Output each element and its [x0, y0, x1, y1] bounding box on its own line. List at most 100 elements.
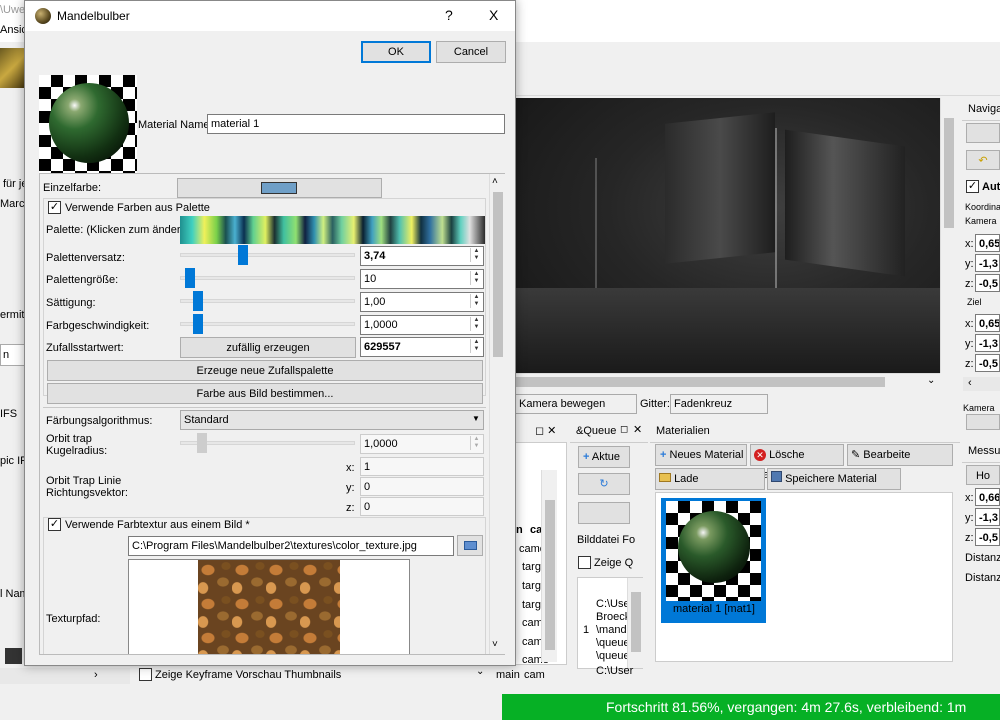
camera-small-button[interactable] [966, 414, 1000, 430]
load-materials-button[interactable]: Lade Materialien... [655, 468, 765, 505]
saturation-label: Sättigung: [46, 297, 96, 309]
measure-button[interactable]: Ho [966, 465, 1000, 485]
vec-y-input[interactable]: 0 [360, 477, 484, 496]
queue-edit-button[interactable] [578, 502, 630, 524]
queue-show-checkbox[interactable] [578, 556, 591, 569]
show-keyframe-thumbnails-checkbox[interactable] [139, 668, 152, 681]
queue-float-icon[interactable]: ◻ [620, 424, 628, 435]
ok-button[interactable]: OK [361, 41, 431, 63]
color-from-image-button[interactable]: Farbe aus Bild bestimmen... [47, 383, 483, 404]
browse-folder-button[interactable] [457, 535, 483, 556]
kf-row-2[interactable]: targ [522, 561, 541, 573]
generate-random-palette-button[interactable]: Erzeuge neue Zufallspalette [47, 360, 483, 381]
chevron-down-icon[interactable]: ⌄ [476, 666, 484, 677]
viewport-hscroll[interactable]: ⌄ [515, 373, 940, 389]
saturation-input[interactable]: 1,00 [360, 292, 484, 312]
orbit-trap-input[interactable]: 1,0000 [360, 434, 484, 454]
save-material-button[interactable]: Speichere Material als... [767, 468, 901, 505]
single-color-button[interactable] [177, 178, 382, 198]
left-bottom-scroll[interactable] [110, 668, 130, 684]
camera-mode-select[interactable]: Kamera bewegen [515, 394, 637, 414]
color-speed-spin[interactable]: ▲ ▼ [470, 317, 482, 331]
coord-label: Koordina [965, 202, 1000, 212]
chevron-down-icon[interactable]: ▼ [472, 414, 480, 423]
parameter-vscroll[interactable]: ˄ ˅ [489, 174, 505, 654]
meas-x-field[interactable]: 0,66 [975, 488, 1000, 506]
use-palette-checkbox[interactable]: ✓ [48, 201, 61, 214]
navigation-button-1[interactable] [966, 123, 1000, 143]
close-icon[interactable]: X [489, 7, 498, 23]
cam-x-field[interactable]: 0,65 [975, 234, 1000, 252]
cam-z-field[interactable]: -0,5 [975, 274, 1000, 292]
vec-z-input[interactable]: 0 [360, 497, 484, 516]
meas-z-field[interactable]: -0,5 [975, 528, 1000, 546]
vec-x-input[interactable]: 1 [360, 457, 484, 476]
auto-checkbox[interactable]: ✓ [966, 180, 979, 193]
queue-list-4: \queue [596, 637, 630, 649]
queue-list-5: \queue [596, 650, 630, 662]
chevron-down-icon[interactable]: ⌄ [927, 375, 935, 386]
meas-x-label: x: [965, 492, 974, 504]
color-speed-track[interactable] [180, 322, 355, 326]
queue-vscroll[interactable] [627, 578, 643, 668]
cancel-button[interactable]: Cancel [436, 41, 506, 63]
keyframes-vscroll[interactable] [541, 470, 557, 662]
palette-offset-slider[interactable] [237, 245, 248, 265]
orbit-trap-label: Orbit trap [46, 433, 92, 445]
queue-refresh-button[interactable]: ↻ [578, 473, 630, 495]
material-item-selected[interactable]: material 1 [mat1] [661, 498, 766, 623]
camera-label: Kamera [965, 216, 997, 226]
random-seed-input[interactable]: 629557 [360, 337, 484, 357]
undo-button[interactable]: ↶ [966, 150, 1000, 170]
palette-offset-input[interactable]: 3,74 [360, 246, 484, 266]
chevron-right-icon[interactable]: › [94, 669, 98, 681]
random-generate-button[interactable]: zufällig erzeugen [180, 337, 356, 358]
material-name-input[interactable]: material 1 [207, 114, 505, 134]
viewport-vscroll[interactable] [940, 98, 956, 373]
queue-update-button[interactable]: + Aktue [578, 446, 630, 468]
orbit-trap-spin[interactable]: ▲ ▼ [470, 436, 482, 450]
grid-select[interactable]: Fadenkreuz [670, 394, 768, 414]
edit-material-button[interactable]: ✎ Bearbeite Material [847, 444, 953, 481]
chevron-down-icon[interactable]: ˅ [492, 639, 498, 650]
palette-size-input[interactable]: 10 [360, 269, 484, 289]
palette-size-track[interactable] [180, 276, 355, 280]
palette-size-spin[interactable]: ▲ ▼ [470, 271, 482, 285]
chevron-up-icon[interactable]: ˄ [492, 176, 498, 187]
delete-material-button[interactable]: ✕ Lösche Material [750, 444, 844, 481]
left-tab[interactable]: n [0, 344, 26, 366]
queue-close-icon[interactable]: ✕ [633, 423, 642, 436]
saturation-track[interactable] [180, 299, 355, 303]
palette-strip[interactable] [180, 216, 485, 244]
toolbar-thumbnail-icon[interactable] [0, 48, 24, 88]
kf-row-3[interactable]: targ [522, 580, 541, 592]
palette-size-slider[interactable] [184, 268, 195, 288]
saturation-spin[interactable]: ▲ ▼ [470, 294, 482, 308]
palette-offset-spin[interactable]: ▲ ▼ [470, 248, 482, 262]
left-status-button[interactable] [5, 648, 22, 664]
color-speed-slider[interactable] [193, 314, 204, 334]
chevron-left-icon[interactable]: ‹ [968, 377, 972, 389]
new-material-button[interactable]: + Neues Material [655, 444, 747, 466]
nav-hscroll[interactable]: ‹ [963, 377, 1000, 391]
texture-path-input[interactable]: C:\Program Files\Mandelbulber2\textures\… [128, 536, 454, 556]
tgt-x-field[interactable]: 0,65 [975, 314, 1000, 332]
queue-file-label: Bilddatei Fo [577, 534, 636, 546]
cam-y-field[interactable]: -1,3 [975, 254, 1000, 272]
color-speed-input[interactable]: 1,0000 [360, 315, 484, 335]
coloring-algorithm-select[interactable]: Standard [180, 410, 484, 430]
tgt-y-field[interactable]: -1,3 [975, 334, 1000, 352]
random-seed-spin[interactable]: ▲ ▼ [470, 339, 482, 353]
orbit-trap-radius-label: Kugelradius: [46, 445, 108, 457]
render-viewport[interactable] [515, 98, 940, 373]
cam-z-label: z: [965, 278, 974, 290]
left-scrollbar[interactable]: › [0, 668, 110, 684]
palette-offset-track[interactable] [180, 253, 355, 257]
meas-y-field[interactable]: -1,3 [975, 508, 1000, 526]
kf-row-4[interactable]: targ [522, 599, 541, 611]
use-texture-checkbox[interactable]: ✓ [48, 518, 61, 531]
saturation-slider[interactable] [193, 291, 204, 311]
help-icon[interactable]: ? [445, 7, 453, 23]
tgt-z-field[interactable]: -0,5 [975, 354, 1000, 372]
texture-preview-image [198, 560, 340, 654]
